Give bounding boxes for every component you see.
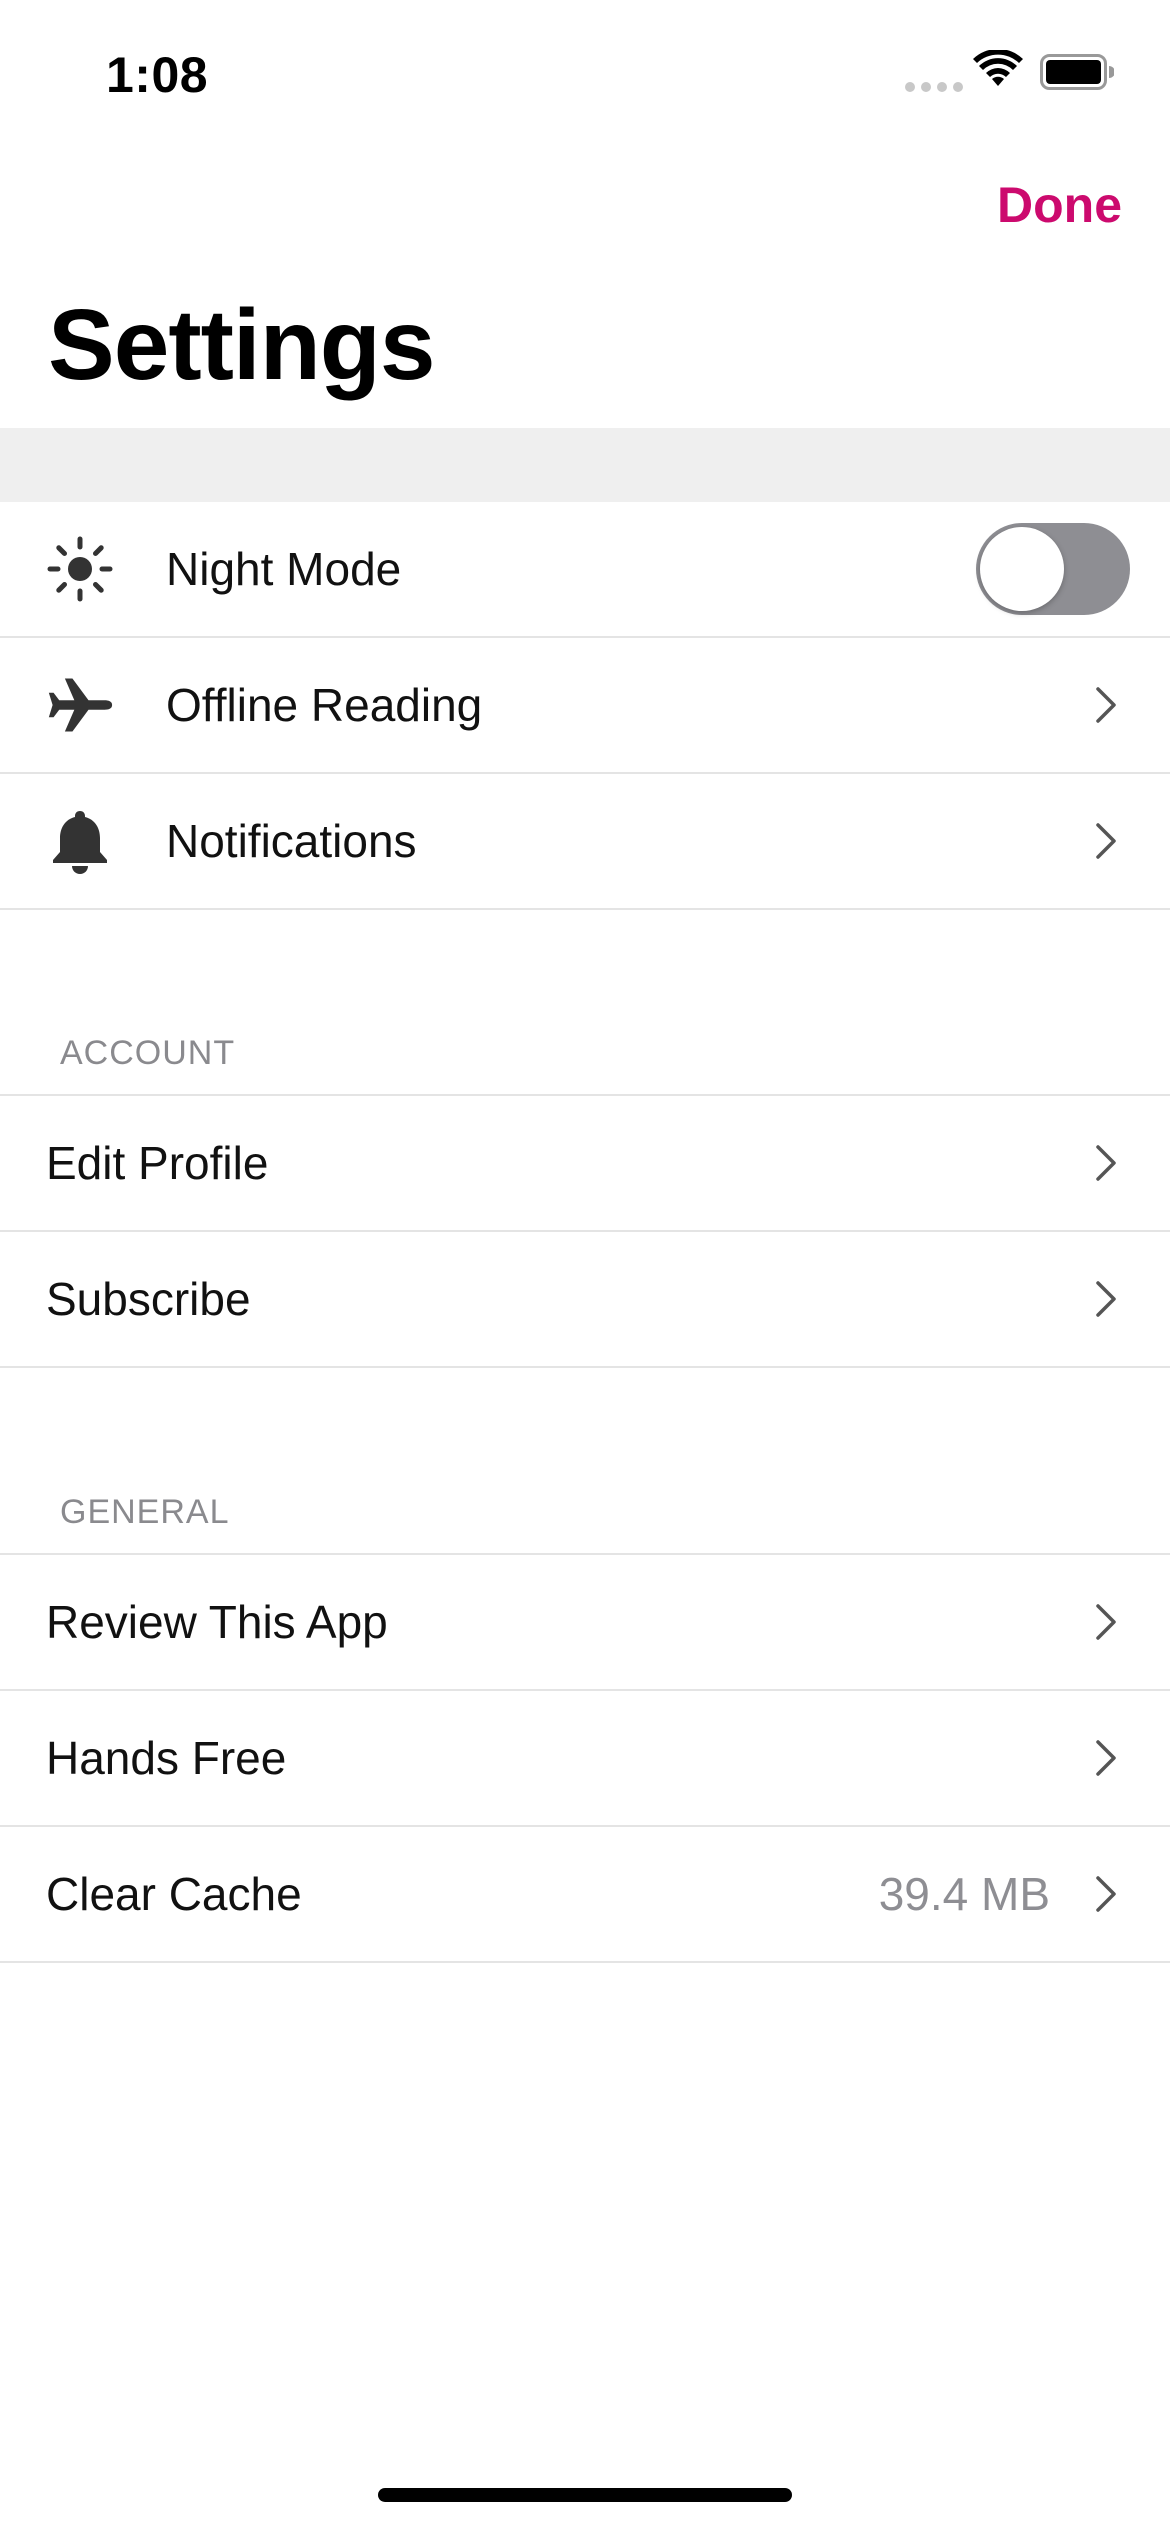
top-settings-list: Night Mode Offline Reading Notifications [0, 502, 1170, 910]
offline-reading-label: Offline Reading [166, 679, 483, 731]
night-mode-label: Night Mode [166, 543, 402, 595]
notifications-row[interactable]: Notifications [0, 774, 1170, 910]
subscribe-label: Subscribe [46, 1273, 251, 1325]
general-section-header: GENERAL [60, 1493, 230, 1531]
chevron-right-icon [1096, 1281, 1116, 1317]
cache-size-value: 39.4 MB [878, 1868, 1050, 1920]
clear-cache-row[interactable]: Clear Cache 39.4 MB [0, 1827, 1170, 1963]
status-bar: 1:08 [0, 0, 1170, 150]
page-title: Settings [48, 289, 435, 401]
battery-icon [1040, 54, 1114, 90]
bell-icon [46, 807, 114, 875]
clear-cache-label: Clear Cache [46, 1868, 302, 1920]
chevron-right-icon [1096, 1604, 1116, 1640]
wifi-icon [973, 50, 1023, 86]
section-spacer [0, 428, 1170, 502]
cellular-signal-icon [905, 82, 963, 92]
chevron-right-icon [1096, 687, 1116, 723]
offline-reading-row[interactable]: Offline Reading [0, 638, 1170, 774]
night-mode-toggle[interactable] [976, 523, 1130, 615]
chevron-right-icon [1096, 1740, 1116, 1776]
account-settings-list: Edit Profile Subscribe [0, 1094, 1170, 1368]
home-indicator [378, 2488, 792, 2502]
done-button[interactable]: Done [997, 176, 1122, 234]
night-mode-row: Night Mode [0, 502, 1170, 638]
review-app-label: Review This App [46, 1596, 388, 1648]
airplane-icon [46, 671, 114, 739]
hands-free-label: Hands Free [46, 1732, 287, 1784]
edit-profile-row[interactable]: Edit Profile [0, 1094, 1170, 1232]
toggle-knob [980, 527, 1064, 611]
review-app-row[interactable]: Review This App [0, 1553, 1170, 1691]
hands-free-row[interactable]: Hands Free [0, 1691, 1170, 1827]
subscribe-row[interactable]: Subscribe [0, 1232, 1170, 1368]
general-settings-list: Review This App Hands Free Clear Cache 3… [0, 1553, 1170, 1963]
status-time: 1:08 [106, 47, 209, 103]
chevron-right-icon [1096, 1145, 1116, 1181]
notifications-label: Notifications [166, 815, 417, 867]
account-section-header: ACCOUNT [60, 1034, 236, 1072]
chevron-right-icon [1096, 823, 1116, 859]
chevron-right-icon [1096, 1876, 1116, 1912]
sun-icon [46, 535, 114, 603]
edit-profile-label: Edit Profile [46, 1137, 269, 1189]
